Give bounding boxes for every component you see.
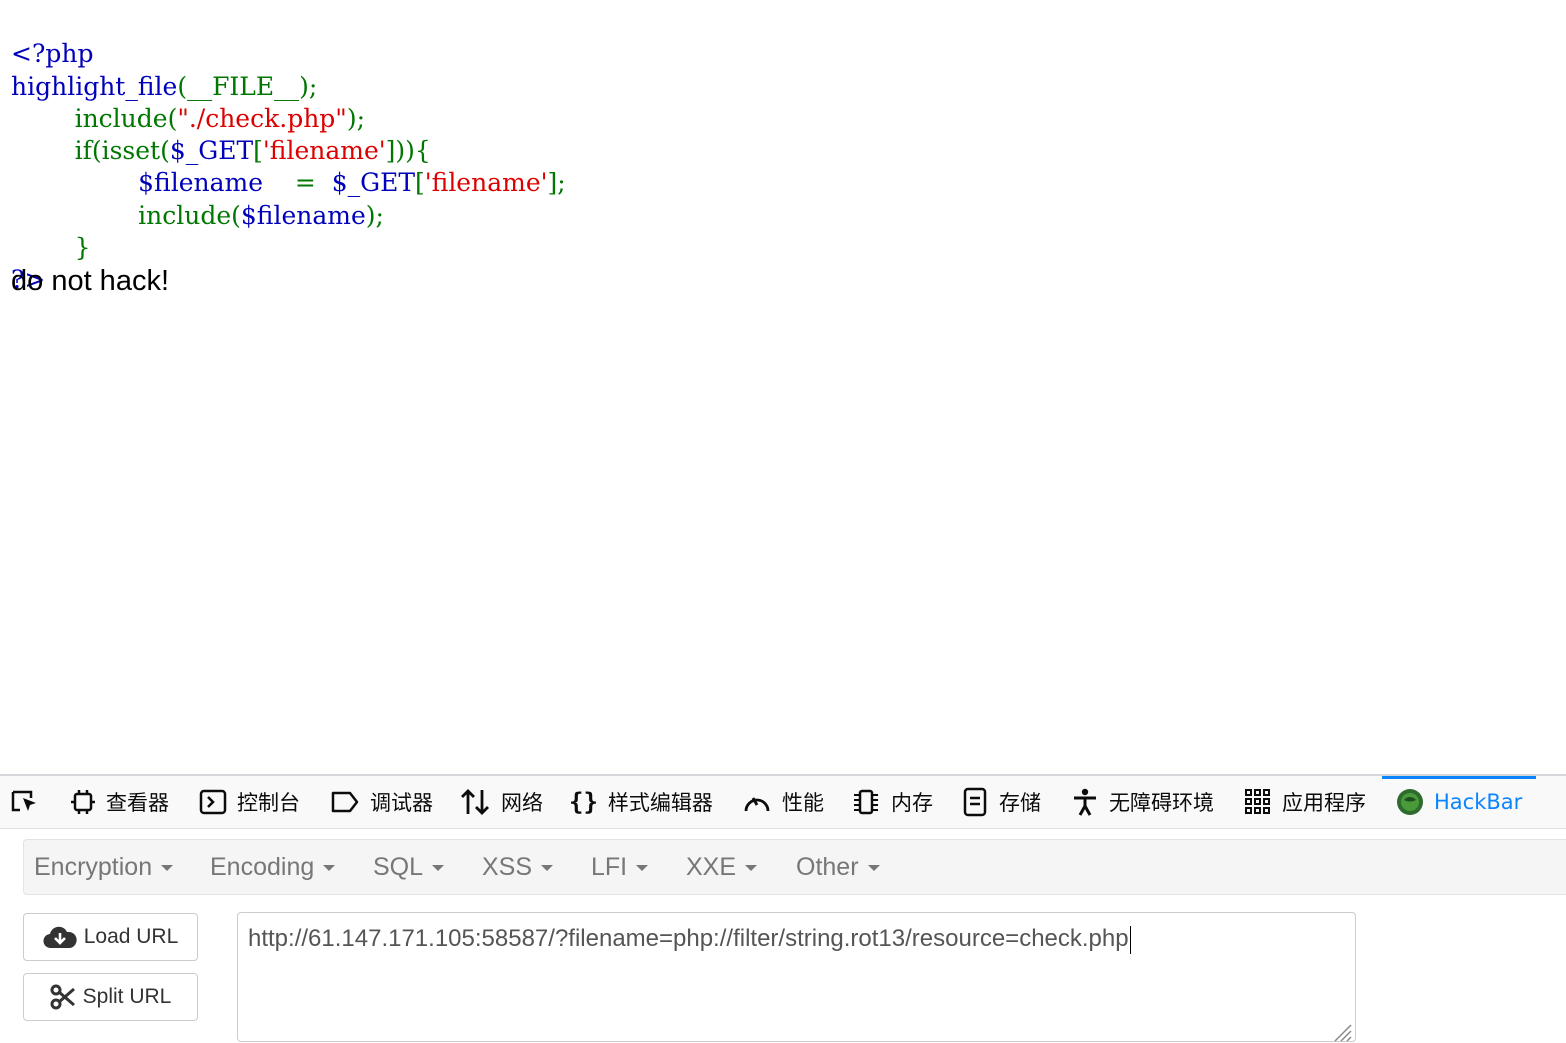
code-line-7: }	[11, 232, 566, 264]
menu-encryption[interactable]: Encryption	[34, 840, 174, 894]
include-keyword: include(	[138, 200, 241, 230]
application-icon	[1245, 789, 1270, 814]
accessibility-icon	[1074, 788, 1096, 816]
storage-icon	[963, 787, 987, 817]
include-end: );	[346, 103, 365, 133]
split-url-button[interactable]: Split URL	[23, 973, 198, 1021]
tab-label: 样式编辑器	[607, 791, 713, 815]
chevron-down-icon	[432, 865, 445, 871]
menu-sql[interactable]: SQL	[373, 840, 445, 894]
tab-label: 应用程序	[1282, 791, 1366, 815]
network-icon	[461, 789, 489, 815]
code-line-2: highlight_file(__FILE__);	[11, 71, 566, 103]
url-value: http://61.147.171.105:58587/?filename=ph…	[248, 925, 1131, 954]
tab-network[interactable]: 网络	[459, 776, 543, 828]
tab-label: 调试器	[370, 791, 433, 815]
inspector-icon	[71, 790, 95, 814]
tab-label: 无障碍环境	[1109, 791, 1214, 815]
code-line-1: <?php	[11, 38, 566, 70]
chevron-down-icon	[541, 865, 554, 871]
assign-operator: =	[263, 168, 332, 198]
menu-encoding[interactable]: Encoding	[210, 840, 336, 894]
performance-icon	[744, 797, 770, 812]
menu-label: LFI	[591, 852, 628, 881]
tab-memory[interactable]: 内存	[851, 776, 933, 828]
bracket: [	[253, 136, 263, 166]
menu-label: Other	[796, 852, 859, 881]
menu-label: Encryption	[34, 852, 153, 881]
code-line-3: include("./check.php");	[11, 103, 566, 135]
tab-label: 内存	[891, 791, 933, 815]
menu-label: XSS	[482, 852, 533, 881]
console-icon	[199, 789, 227, 815]
menu-lfi[interactable]: LFI	[591, 840, 649, 894]
include-path-string: "./check.php"	[177, 103, 347, 133]
resize-grip-icon[interactable]	[1331, 1021, 1353, 1043]
filename-key-string: 'filename'	[424, 168, 548, 198]
hackbar-menu-bar: Encryption Encoding SQL XSS LFI XXE Othe…	[23, 839, 1566, 895]
hackbar-icon	[1397, 789, 1423, 815]
url-text: http://61.147.171.105:58587/?filename=ph…	[248, 925, 1129, 952]
tab-label: 控制台	[237, 791, 300, 815]
tab-label: HackBar	[1434, 790, 1523, 814]
if-end: ])){	[385, 136, 431, 166]
tab-inspector[interactable]: 查看器	[70, 776, 169, 828]
chevron-down-icon	[161, 865, 174, 871]
memory-icon	[854, 789, 878, 815]
filename-key-string: 'filename'	[262, 136, 386, 166]
tab-label: 性能	[782, 791, 824, 815]
bracket: [	[415, 168, 425, 198]
tab-console[interactable]: 控制台	[199, 776, 300, 828]
chevron-down-icon	[636, 865, 649, 871]
menu-label: XXE	[686, 852, 737, 881]
menu-label: Encoding	[210, 852, 315, 881]
include-keyword: include(	[74, 103, 178, 133]
code-line-5: $filename = $_GET['filename'];	[11, 167, 566, 199]
code-line-4: if(isset($_GET['filename'])){	[11, 135, 566, 167]
tab-debugger[interactable]: 调试器	[330, 776, 433, 828]
load-url-button[interactable]: Load URL	[23, 913, 198, 961]
tab-storage[interactable]: 存储	[961, 776, 1041, 828]
debugger-icon	[331, 791, 359, 813]
page-output-text: do not hack!	[11, 265, 169, 297]
style-editor-icon: {}	[569, 788, 598, 816]
tab-application[interactable]: 应用程序	[1244, 776, 1366, 828]
tab-label: 网络	[501, 791, 543, 815]
cloud-download-icon	[43, 926, 77, 949]
url-textarea[interactable]: http://61.147.171.105:58587/?filename=ph…	[237, 912, 1356, 1042]
code-line-6: include($filename);	[11, 200, 566, 232]
menu-xss[interactable]: XSS	[482, 840, 554, 894]
button-label: Load URL	[83, 925, 179, 948]
filename-var: $filename	[240, 200, 366, 230]
highlight-args: (__FILE__);	[177, 71, 318, 101]
get-var: $_GET	[331, 168, 415, 198]
menu-xxe[interactable]: XXE	[686, 840, 758, 894]
tab-style-editor[interactable]: {} 样式编辑器	[569, 776, 713, 828]
if-keyword: if(isset(	[74, 136, 170, 166]
devtools-panel: 查看器 控制台 调试器 网络 {} 样式编辑器 性能 内存 存储 无障碍环境 应…	[0, 774, 1566, 1042]
scissors-icon	[50, 984, 75, 1010]
include-end: );	[365, 200, 384, 230]
devtools-tab-bar: 查看器 控制台 调试器 网络 {} 样式编辑器 性能 内存 存储 无障碍环境 应…	[0, 776, 1566, 829]
text-cursor	[1129, 925, 1131, 954]
tab-hackbar[interactable]: HackBar	[1381, 776, 1537, 828]
highlight-func: highlight_file	[11, 71, 178, 101]
pick-element-icon	[11, 790, 36, 812]
get-var: $_GET	[169, 136, 254, 166]
tab-accessibility[interactable]: 无障碍环境	[1071, 776, 1214, 828]
menu-label: SQL	[373, 852, 424, 881]
tab-pick-element[interactable]	[10, 776, 50, 828]
tab-label: 存储	[999, 791, 1041, 815]
tab-performance[interactable]: 性能	[742, 776, 824, 828]
menu-other[interactable]: Other	[796, 840, 880, 894]
php-open-tag: <?php	[11, 39, 94, 69]
chevron-down-icon	[867, 865, 880, 871]
chevron-down-icon	[745, 865, 758, 871]
close-brace: }	[74, 233, 91, 263]
assign-end: ];	[547, 168, 566, 198]
tab-label: 查看器	[106, 791, 169, 815]
button-label: Split URL	[82, 985, 172, 1008]
filename-var: $filename	[138, 168, 264, 198]
chevron-down-icon	[323, 865, 336, 871]
